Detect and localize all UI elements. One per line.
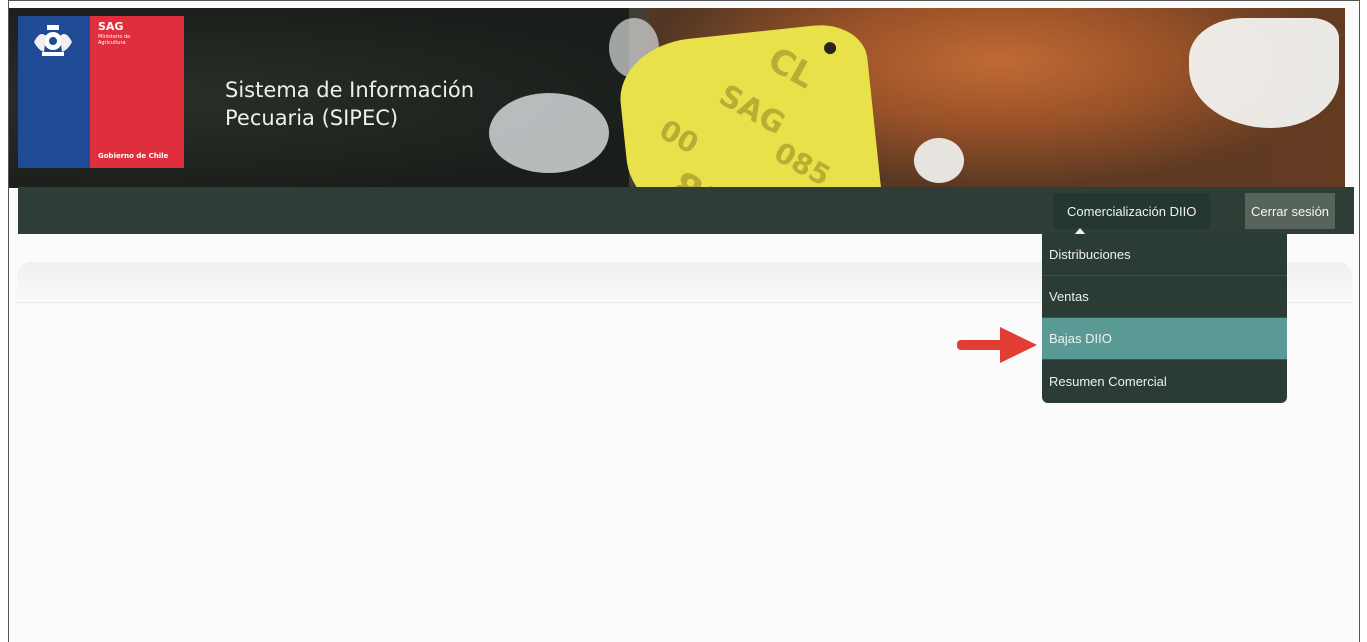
red-arrow-icon [957, 327, 1037, 363]
ear-tag-text: 00 [653, 112, 705, 161]
header-banner: CL SAG 00 085 81 SAG Ministerio de Agric… [9, 8, 1345, 188]
menu-item-ventas[interactable]: Ventas [1042, 276, 1287, 318]
logo-ministry: Ministerio de Agricultura [98, 34, 131, 46]
ear-tag-text: 81 [663, 163, 734, 188]
ear-tag-text: 085 [768, 135, 836, 188]
logout-button[interactable]: Cerrar sesión [1245, 193, 1336, 229]
menu-item-resumen-comercial[interactable]: Resumen Comercial [1042, 360, 1287, 402]
ear-tag-hole [823, 41, 837, 55]
comercializacion-dropdown-menu: Distribuciones Ventas Bajas DIIO Resumen… [1042, 234, 1287, 403]
ear-tag-text: CL [761, 39, 822, 98]
logo-government: Gobierno de Chile [98, 152, 169, 160]
site-title: Sistema de Información Pecuaria (SIPEC) [225, 78, 475, 130]
menu-item-distribuciones[interactable]: Distribuciones [1042, 234, 1287, 276]
banner-photo-highlight [914, 138, 964, 183]
coat-of-arms-icon [34, 25, 72, 56]
menu-item-bajas-diio[interactable]: Bajas DIIO [1042, 318, 1287, 360]
logo-agency: SAG [98, 20, 124, 33]
ear-tag-text: SAG [713, 77, 791, 143]
comercializacion-menu-button[interactable]: Comercialización DIIO [1053, 193, 1211, 229]
sag-logo: SAG Ministerio de Agricultura Gobierno d… [18, 16, 184, 168]
